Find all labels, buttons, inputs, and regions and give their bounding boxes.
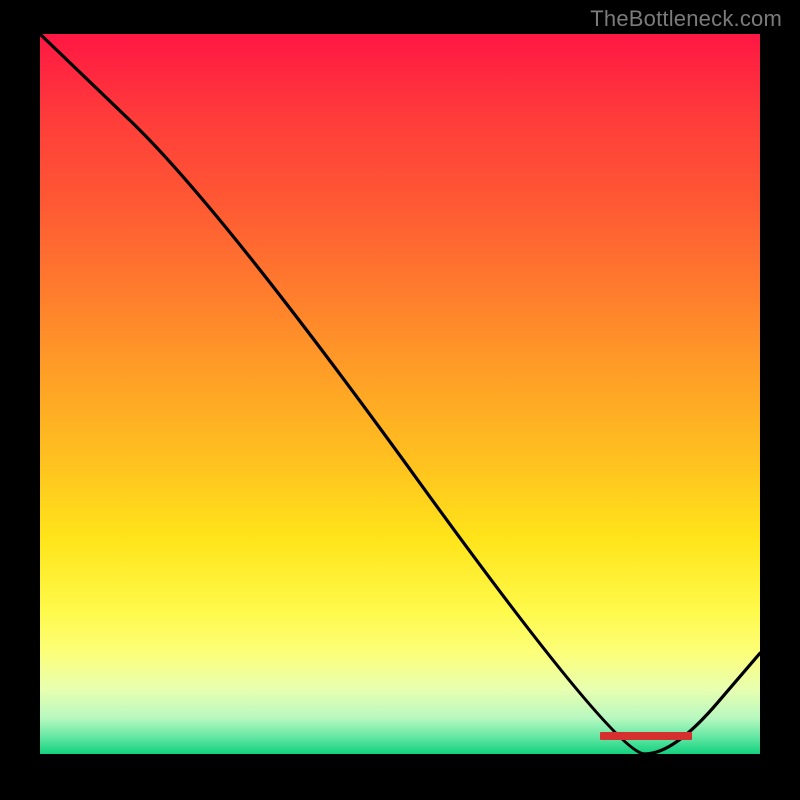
chart-frame: TheBottleneck.com xyxy=(0,0,800,800)
plot-area xyxy=(40,34,760,754)
series-curve xyxy=(40,34,760,754)
attribution-text: TheBottleneck.com xyxy=(590,6,782,32)
curve-path xyxy=(40,34,760,754)
redacted-label xyxy=(600,732,692,740)
